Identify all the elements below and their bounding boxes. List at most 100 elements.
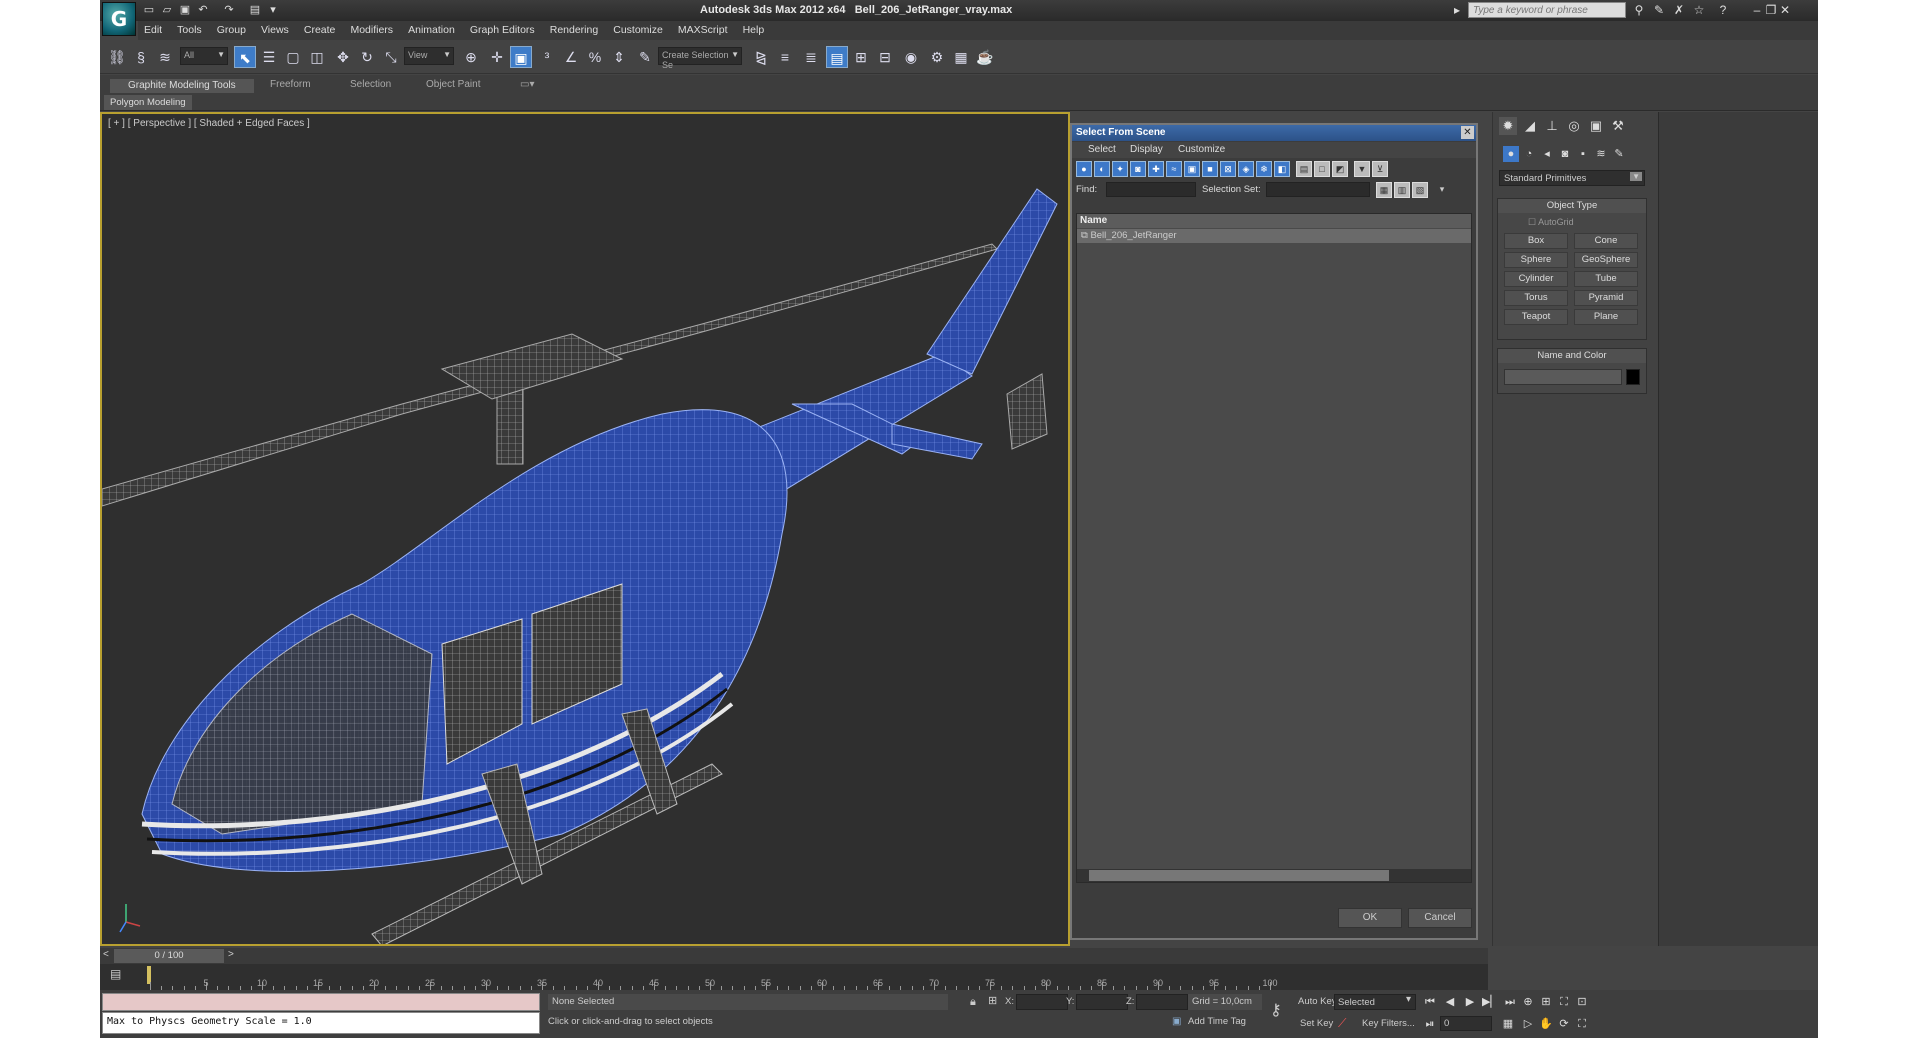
key-filters-button[interactable]: Key Filters...	[1362, 1018, 1415, 1029]
save-file-icon[interactable]: ▣	[178, 3, 192, 17]
favorites-star-icon[interactable]: ☆	[1692, 3, 1706, 17]
minimize-icon[interactable]: –	[1750, 3, 1764, 17]
x-coordinate-input[interactable]	[1016, 994, 1068, 1010]
zoom-icon[interactable]: ⊕	[1520, 994, 1536, 1010]
menu-group[interactable]: Group	[211, 21, 252, 39]
tab-motion[interactable]: ◎	[1565, 117, 1583, 135]
cylinder-button[interactable]: Cylinder	[1504, 271, 1568, 287]
systems-category-icon[interactable]: ✎	[1611, 146, 1627, 162]
rectangular-selection-icon[interactable]: ▢	[282, 46, 304, 68]
curve-editor-icon[interactable]: ⊞	[850, 46, 872, 68]
project-folder-icon[interactable]: ▤	[248, 3, 262, 17]
menu-help[interactable]: Help	[737, 21, 771, 39]
pan-icon[interactable]: ✋	[1538, 1016, 1554, 1032]
communication-icon[interactable]: ✗	[1672, 3, 1686, 17]
orbit-icon[interactable]: ⟳	[1556, 1016, 1572, 1032]
window-crossing-icon[interactable]: ◫	[306, 46, 328, 68]
display-frozen-icon[interactable]: ❄	[1256, 161, 1272, 177]
display-geometry-icon[interactable]: ●	[1076, 161, 1092, 177]
prev-frame-icon[interactable]: <	[103, 949, 109, 960]
menu-graph-editors[interactable]: Graph Editors	[464, 21, 541, 39]
plane-button[interactable]: Plane	[1574, 309, 1638, 325]
select-all-icon[interactable]: ▤	[1296, 161, 1312, 177]
schematic-view-icon[interactable]: ⊟	[874, 46, 896, 68]
spinner-snap-icon[interactable]: ⇕	[608, 46, 630, 68]
cancel-button[interactable]: Cancel	[1408, 908, 1472, 928]
ribbon-options-icon[interactable]: ▭▾	[520, 79, 534, 93]
tab-graphite-modeling-tools[interactable]: Graphite Modeling Tools	[110, 79, 254, 93]
dialog-menu-select[interactable]: Select	[1088, 144, 1116, 155]
app-logo-icon[interactable]: G	[102, 2, 136, 36]
create-selection-set-icon[interactable]: ▦	[1376, 182, 1392, 198]
select-object-icon[interactable]: ⬉	[234, 46, 256, 68]
menu-rendering[interactable]: Rendering	[544, 21, 604, 39]
redo-icon[interactable]: ↷	[222, 3, 236, 17]
quick-access-dropdown-icon[interactable]: ▾	[266, 3, 280, 17]
select-manipulate-icon[interactable]: ✛	[486, 46, 508, 68]
menu-create[interactable]: Create	[298, 21, 342, 39]
column-header-name[interactable]: Name	[1077, 214, 1471, 228]
filter-options-icon[interactable]: ⊻	[1372, 161, 1388, 177]
selection-filter-dropdown[interactable]: All	[180, 47, 228, 65]
material-editor-icon[interactable]: ◉	[900, 46, 922, 68]
render-setup-icon[interactable]: ⚙	[926, 46, 948, 68]
time-tag-icon[interactable]: ▣	[1172, 1016, 1181, 1027]
restore-icon[interactable]: ❐	[1764, 3, 1778, 17]
bind-space-warp-icon[interactable]: ≋	[154, 46, 176, 68]
open-file-icon[interactable]: ▱	[160, 3, 174, 17]
menu-maxscript[interactable]: MAXScript	[672, 21, 734, 39]
current-frame-input[interactable]: 0	[1440, 1016, 1492, 1031]
viewport-label-menu[interactable]: [ + ] [ Perspective ] [ Shaded + Edged F…	[108, 118, 310, 129]
geometry-category-icon[interactable]: ●	[1503, 146, 1519, 162]
go-to-end-icon[interactable]: ⏭	[1502, 994, 1518, 1010]
ok-button[interactable]: OK	[1338, 908, 1402, 928]
help-icon[interactable]: ?	[1716, 3, 1730, 17]
menu-tools[interactable]: Tools	[171, 21, 208, 39]
horizontal-scrollbar[interactable]	[1077, 869, 1471, 882]
sphere-button[interactable]: Sphere	[1504, 252, 1568, 268]
snaps-toggle-icon[interactable]: ³	[536, 46, 558, 68]
remove-from-selection-set-icon[interactable]: ▧	[1412, 182, 1428, 198]
expand-icon[interactable]: ▾	[1434, 182, 1450, 198]
unlink-icon[interactable]: §	[130, 46, 152, 68]
object-type-header[interactable]: Object Type	[1498, 199, 1646, 213]
lights-category-icon[interactable]: ◂	[1539, 146, 1555, 162]
key-filter-selection-dropdown[interactable]: Selected	[1334, 994, 1416, 1010]
space-warps-category-icon[interactable]: ≋	[1593, 146, 1609, 162]
filter-icon[interactable]: ▼	[1354, 161, 1370, 177]
display-bones-icon[interactable]: ⊠	[1220, 161, 1236, 177]
close-icon[interactable]: ✕	[1778, 3, 1792, 17]
polygon-modeling-panel[interactable]: Polygon Modeling	[104, 95, 192, 110]
menu-edit[interactable]: Edit	[138, 21, 168, 39]
object-category-dropdown[interactable]: Standard Primitives	[1499, 170, 1645, 186]
display-cameras-icon[interactable]: ◙	[1130, 161, 1146, 177]
maxscript-listener-output[interactable]: Max to Physcs Geometry Scale = 1.0	[102, 1012, 540, 1034]
zoom-all-icon[interactable]: ⊞	[1538, 994, 1554, 1010]
subscription-icon[interactable]: ✎	[1652, 3, 1666, 17]
keyboard-shortcut-override-icon[interactable]: ▣	[510, 46, 532, 68]
display-hidden-icon[interactable]: ◧	[1274, 161, 1290, 177]
mirror-icon[interactable]: ⧎	[750, 46, 772, 68]
display-space-warps-icon[interactable]: ≈	[1166, 161, 1182, 177]
object-color-swatch[interactable]	[1626, 369, 1640, 385]
play-icon[interactable]: ▶	[1462, 994, 1478, 1010]
torus-button[interactable]: Torus	[1504, 290, 1568, 306]
pyramid-button[interactable]: Pyramid	[1574, 290, 1638, 306]
add-to-selection-set-icon[interactable]: ▥	[1394, 182, 1410, 198]
link-icon[interactable]: ⛓	[106, 46, 128, 68]
find-input[interactable]	[1106, 182, 1196, 197]
go-to-start-icon[interactable]: ⏮	[1422, 994, 1438, 1010]
dialog-menu-display[interactable]: Display	[1130, 144, 1163, 155]
scrollbar-thumb[interactable]	[1089, 870, 1389, 881]
perspective-viewport[interactable]: [ + ] [ Perspective ] [ Shaded + Edged F…	[100, 112, 1070, 946]
new-file-icon[interactable]: ▭	[142, 3, 156, 17]
display-xrefs-icon[interactable]: ■	[1202, 161, 1218, 177]
edit-named-selection-icon[interactable]: ✎	[634, 46, 656, 68]
select-by-name-icon[interactable]: ☰	[258, 46, 280, 68]
display-containers-icon[interactable]: ◈	[1238, 161, 1254, 177]
object-name-input[interactable]	[1504, 369, 1622, 385]
display-helpers-icon[interactable]: ✚	[1148, 161, 1164, 177]
percent-snap-icon[interactable]: %	[584, 46, 606, 68]
list-item[interactable]: ⧉ Bell_206_JetRanger	[1077, 229, 1471, 243]
name-and-color-header[interactable]: Name and Color	[1498, 349, 1646, 363]
